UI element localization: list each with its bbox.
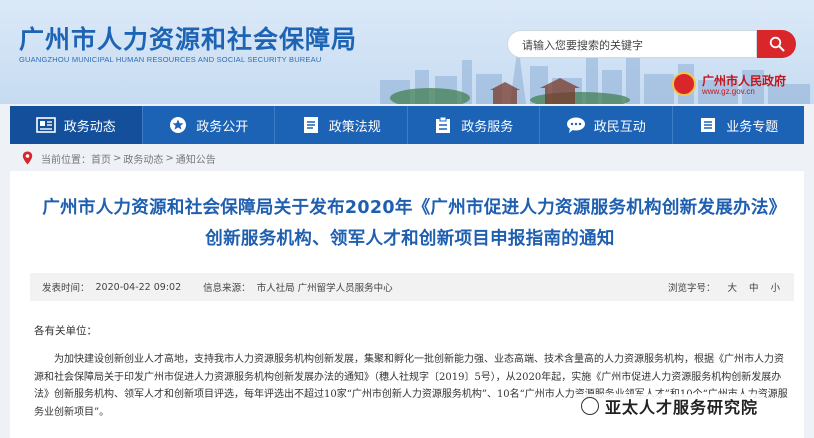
- publish-date: 2020-04-22 09:02: [95, 281, 182, 293]
- news-icon: [35, 116, 56, 134]
- nav-item-label: 政务动态: [63, 119, 116, 135]
- search-button[interactable]: [757, 30, 796, 58]
- article-title: 广州市人力资源和社会保障局关于发布2020年《广州市促进人力资源服务机构创新发展…: [42, 198, 778, 249]
- nav-item-policy[interactable]: 政策法规: [275, 106, 408, 144]
- account-watermark: 亚太人才服务研究院: [575, 394, 765, 418]
- article-greeting: 各有关单位：: [34, 325, 97, 337]
- location-pin-icon: [22, 151, 33, 165]
- source-label: 信息来源：: [203, 283, 251, 294]
- nav-item-service[interactable]: 政务服务: [408, 106, 540, 144]
- nav-item-label: 政务公开: [196, 119, 249, 135]
- search-box: [507, 30, 757, 58]
- chat-icon: [566, 116, 586, 134]
- nav-item-label: 政策法规: [328, 119, 381, 135]
- font-size-medium-button[interactable]: 中: [749, 280, 759, 294]
- font-size-large-button[interactable]: 大: [727, 280, 737, 294]
- document-icon: [301, 116, 321, 134]
- date-label: 发表时间：: [42, 283, 90, 294]
- breadcrumb-separator: >: [113, 152, 122, 164]
- source-value: 市人社局 广州留学人员服务中心: [256, 283, 393, 294]
- gov-portal-link[interactable]: 广州市人民政府 www.gz.gov.cn: [670, 70, 800, 100]
- nav-item-public[interactable]: 政务公开: [143, 106, 275, 144]
- clipboard-icon: [433, 116, 453, 134]
- gov-portal-url: www.gz.gov.cn: [702, 87, 755, 96]
- site-header: 广州市人力资源和社会保障局 GUANGZHOU MUNICIPAL HUMAN …: [0, 0, 814, 104]
- breadcrumb-notices[interactable]: 通知公告: [176, 151, 216, 166]
- watermark-text: 亚太人才服务研究院: [605, 398, 759, 417]
- font-size-label: 浏览字号：: [667, 283, 716, 294]
- main-nav: 政务动态 政务公开 政策法规 政务服务 政民互动 业务专题: [10, 106, 804, 144]
- breadcrumb-prefix: 当前位置：: [41, 154, 91, 166]
- nav-item-topics[interactable]: 业务专题: [673, 106, 805, 144]
- breadcrumb-separator: >: [165, 152, 174, 164]
- search-input[interactable]: [522, 36, 747, 54]
- site-subtitle: GUANGZHOU MUNICIPAL HUMAN RESOURCES AND …: [19, 55, 322, 64]
- search-icon: [769, 36, 784, 52]
- font-size-small-button[interactable]: 小: [770, 280, 780, 294]
- nav-item-news[interactable]: 政务动态: [10, 106, 143, 144]
- national-emblem-icon: [672, 72, 696, 96]
- star-icon: [168, 116, 188, 134]
- font-size-control: 浏览字号： 大 中 小: [668, 273, 780, 301]
- nav-item-interaction[interactable]: 政民互动: [540, 106, 673, 144]
- article-meta-bar: 发表时间： 2020-04-22 09:02 信息来源： 市人社局 广州留学人员…: [30, 273, 794, 301]
- nav-item-label: 政民互动: [593, 119, 646, 135]
- list-icon: [698, 116, 718, 134]
- wechat-account-icon: [581, 397, 599, 415]
- nav-item-label: 业务专题: [726, 119, 779, 135]
- site-title[interactable]: 广州市人力资源和社会保障局: [19, 20, 357, 56]
- breadcrumb-news[interactable]: 政务动态: [123, 151, 163, 166]
- nav-item-label: 政务服务: [461, 119, 514, 135]
- breadcrumb: 当前位置： 首页 > 政务动态 > 通知公告: [22, 150, 216, 166]
- breadcrumb-home[interactable]: 首页: [91, 151, 111, 166]
